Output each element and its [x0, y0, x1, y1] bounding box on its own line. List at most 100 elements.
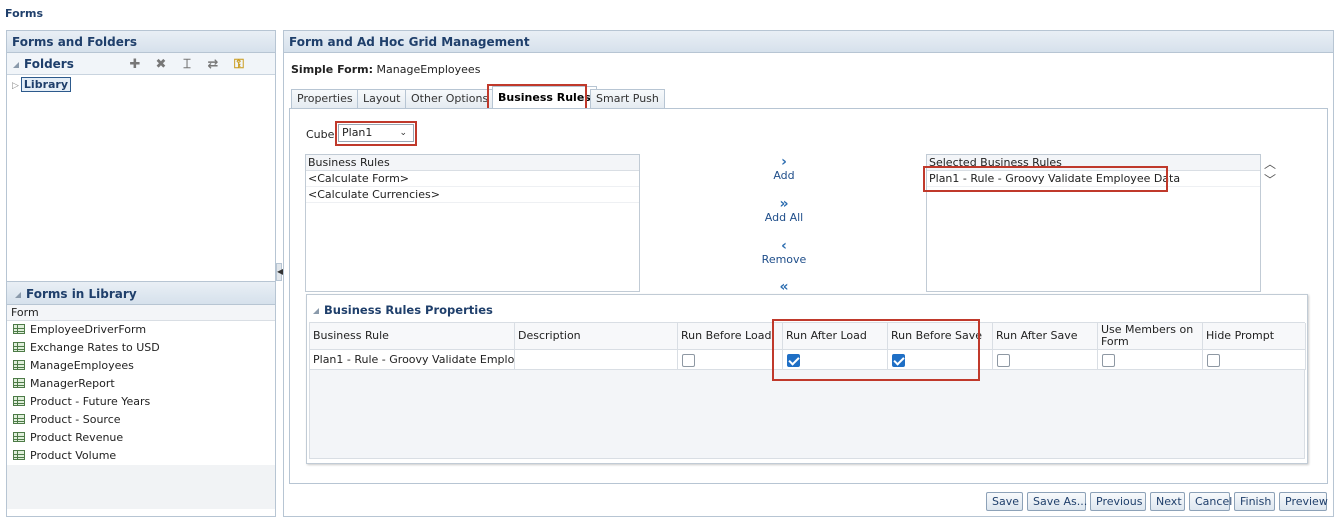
cube-label: Cube	[306, 128, 335, 141]
form-list-item[interactable]: ManagerReport	[7, 375, 275, 393]
remove-button[interactable]: ‹ Remove	[749, 239, 819, 266]
column-header: Run Before Load	[678, 323, 783, 350]
form-list-item[interactable]: Product - Source	[7, 411, 275, 429]
preview-button[interactable]: Preview	[1279, 492, 1328, 511]
form-grid-icon	[13, 432, 25, 442]
add-all-button[interactable]: » Add All	[749, 197, 819, 224]
collapse-icon[interactable]	[313, 307, 319, 314]
forms-list: EmployeeDriverForm Exchange Rates to USD…	[7, 321, 275, 465]
next-button[interactable]: Next	[1150, 492, 1185, 511]
move-down-icon[interactable]: ﹀	[1264, 171, 1276, 188]
business-rules-list-header: Business Rules	[306, 155, 639, 171]
form-list-item[interactable]: Product Revenue	[7, 429, 275, 447]
list-item[interactable]: <Calculate Form>	[306, 171, 639, 187]
simple-form-label: Simple Form:	[291, 63, 374, 76]
run-before-load-checkbox[interactable]	[682, 354, 695, 367]
forms-in-library-title: Forms in Library	[26, 287, 137, 301]
run-after-save-cell	[993, 350, 1098, 370]
form-grid-icon	[13, 450, 25, 460]
chevron-left-icon: ‹	[781, 238, 787, 254]
forms-and-folders-panel: Forms and Folders Folders ✚ ✖ ⌶ ⇄ ⚿ ▷ Library…	[6, 30, 276, 517]
move-icon[interactable]: ⇄	[203, 54, 223, 76]
add-icon[interactable]: ✚	[125, 54, 145, 76]
column-header: Hide Prompt	[1203, 323, 1306, 350]
form-grid-icon	[13, 324, 25, 334]
form-name: Product Revenue	[30, 431, 124, 444]
finish-button[interactable]: Finish	[1234, 492, 1275, 511]
use-members-on-form-checkbox[interactable]	[1102, 354, 1115, 367]
chevron-right-icon: ›	[781, 154, 787, 170]
add-all-button-label: Add All	[764, 211, 804, 224]
properties-title-text: Business Rules Properties	[324, 303, 493, 317]
form-grid-icon	[13, 342, 25, 352]
simple-form-caption: Simple Form: ManageEmployees	[291, 63, 480, 76]
expand-icon[interactable]: ▷	[12, 81, 19, 91]
form-name: Product Volume	[30, 449, 117, 462]
remove-all-button[interactable]: «	[749, 280, 819, 294]
form-management-header: Form and Ad Hoc Grid Management	[284, 31, 1333, 53]
collapse-icon[interactable]	[13, 61, 19, 68]
add-button-label: Add	[773, 169, 795, 182]
double-chevron-right-icon: »	[779, 196, 789, 212]
previous-button[interactable]: Previous	[1090, 492, 1146, 511]
form-list-item[interactable]: ManageEmployees	[7, 357, 275, 375]
hide-prompt-cell	[1203, 350, 1306, 370]
highlight-box	[335, 121, 417, 146]
highlight-box	[772, 319, 980, 381]
folders-toolbar: Folders ✚ ✖ ⌶ ⇄ ⚿	[7, 53, 275, 75]
form-management-panel: Form and Ad Hoc Grid Management Simple F…	[283, 30, 1334, 517]
form-grid-icon	[13, 414, 25, 424]
delete-icon[interactable]: ✖	[151, 54, 171, 76]
add-button[interactable]: › Add	[749, 155, 819, 182]
business-rules-list: Business Rules <Calculate Form> <Calcula…	[305, 154, 640, 292]
tree-node-label: Library	[20, 77, 72, 92]
run-after-save-checkbox[interactable]	[997, 354, 1010, 367]
collapse-icon[interactable]	[15, 291, 21, 298]
form-name: ManageEmployees	[30, 359, 134, 372]
highlight-box	[923, 166, 1168, 192]
folder-tree: ▷ Library	[7, 75, 275, 281]
column-header: Run After Save	[993, 323, 1098, 350]
forms-column-header: Form	[7, 305, 275, 321]
tree-node-library[interactable]: ▷ Library	[12, 77, 72, 92]
form-list-item[interactable]: EmployeeDriverForm	[7, 321, 275, 339]
column-header: Business Rule	[310, 323, 515, 350]
form-list-item[interactable]: Product Volume	[7, 447, 275, 465]
save-as-button[interactable]: Save As...	[1027, 492, 1087, 511]
tab-smart-push[interactable]: Smart Push	[590, 89, 665, 108]
page-title: Forms	[5, 7, 44, 20]
cancel-button[interactable]: Cancel	[1189, 492, 1232, 511]
move-up-icon[interactable]: ︿	[1264, 155, 1276, 172]
use-members-on-form-cell	[1098, 350, 1203, 370]
folders-label: Folders	[24, 57, 74, 71]
tab-properties[interactable]: Properties	[291, 89, 359, 108]
forms-list-empty-area	[7, 465, 275, 509]
form-list-item[interactable]: Product - Future Years	[7, 393, 275, 411]
rename-icon[interactable]: ⌶	[177, 54, 197, 76]
double-chevron-left-icon: «	[779, 279, 789, 295]
assign-access-icon[interactable]: ⚿	[229, 54, 249, 76]
form-grid-icon	[13, 378, 25, 388]
form-grid-icon	[13, 360, 25, 370]
form-name: Exchange Rates to USD	[30, 341, 160, 354]
tab-layout[interactable]: Layout	[357, 89, 407, 108]
list-item[interactable]: <Calculate Currencies>	[306, 187, 639, 203]
run-before-load-cell	[678, 350, 783, 370]
properties-title: Business Rules Properties	[313, 303, 493, 317]
form-name: ManagerReport	[30, 377, 115, 390]
description-cell[interactable]	[515, 350, 678, 370]
save-button[interactable]: Save	[986, 492, 1023, 511]
splitter-handle[interactable]: ◀	[276, 263, 283, 281]
form-list-item[interactable]: Exchange Rates to USD	[7, 339, 275, 357]
column-header: Description	[515, 323, 678, 350]
form-name: Product - Source	[30, 413, 121, 426]
tab-other-options[interactable]: Other Options	[405, 89, 495, 108]
column-header: Use Members on Form	[1098, 323, 1203, 350]
hide-prompt-checkbox[interactable]	[1207, 354, 1220, 367]
forms-in-library-header: Forms in Library	[7, 281, 275, 305]
form-name: Product - Future Years	[30, 395, 151, 408]
form-grid-icon	[13, 396, 25, 406]
rule-name-cell[interactable]: Plan1 - Rule - Groovy Validate Employe..…	[310, 350, 515, 370]
remove-button-label: Remove	[761, 253, 807, 266]
forms-and-folders-header: Forms and Folders	[7, 31, 275, 53]
